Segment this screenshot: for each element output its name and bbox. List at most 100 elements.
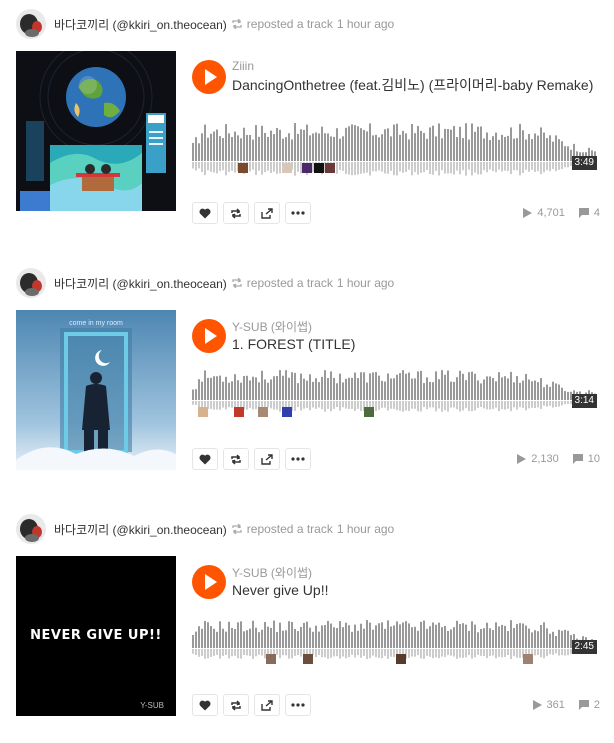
waveform-bar-reflection — [345, 649, 347, 659]
share-icon — [261, 699, 273, 711]
waveform-bar — [249, 628, 251, 648]
comment-avatar[interactable] — [396, 654, 406, 664]
waveform-bar — [444, 625, 446, 648]
user-avatar[interactable] — [16, 514, 46, 544]
waveform[interactable]: 3:14 — [192, 362, 597, 422]
waveform-bar-reflection — [447, 162, 449, 174]
waveform-bar — [255, 377, 257, 400]
comment-avatar[interactable] — [238, 163, 248, 173]
waveform-bar — [219, 136, 221, 161]
waveform-bar — [204, 620, 206, 648]
waveform[interactable]: 3:49 — [192, 117, 597, 177]
like-button[interactable] — [192, 202, 218, 224]
artist-link[interactable]: Y-SUB (와이썹) — [232, 318, 312, 335]
waveform-bar-reflection — [516, 401, 518, 410]
waveform-bar — [492, 630, 494, 648]
track-title[interactable]: 1. FOREST (TITLE) — [232, 335, 602, 354]
comment-avatar[interactable] — [198, 407, 208, 417]
waveform-bar-reflection — [528, 162, 530, 172]
more-button[interactable] — [285, 694, 311, 716]
waveform-bar — [555, 383, 557, 400]
waveform-bar — [309, 627, 311, 648]
waveform-bar-reflection — [495, 401, 497, 408]
play-button[interactable] — [192, 60, 226, 94]
waveform-bar-reflection — [318, 401, 320, 408]
waveform-bar — [279, 370, 281, 400]
comment-avatar[interactable] — [282, 407, 292, 417]
waveform-bar — [432, 622, 434, 648]
share-button[interactable] — [254, 694, 280, 716]
waveform-bar — [231, 627, 233, 648]
cover-art[interactable]: NEVER GIVE UP!! Y-SUB — [16, 556, 176, 716]
track-title[interactable]: Never give Up!! — [232, 581, 602, 600]
repost-header: 바다코끼리 (@kkiri_on.theocean) reposted a tr… — [16, 268, 394, 298]
waveform-bar-reflection — [435, 162, 437, 171]
repost-button[interactable] — [223, 694, 249, 716]
waveform-bar — [492, 136, 494, 161]
waveform-bar — [288, 377, 290, 400]
waveform-bar-reflection — [327, 649, 329, 659]
waveform-bar-reflection — [513, 649, 515, 657]
artist-link[interactable]: Y-SUB (와이썹) — [232, 564, 312, 581]
comment-avatar[interactable] — [258, 407, 268, 417]
waveform-bar — [528, 628, 530, 648]
waveform-bar — [468, 139, 470, 161]
waveform-bar-reflection — [420, 162, 422, 173]
comment-count[interactable]: 4 — [578, 207, 600, 219]
waveform-bar — [234, 374, 236, 400]
comment-avatar[interactable] — [523, 654, 533, 664]
comment-avatar[interactable] — [234, 407, 244, 417]
waveform-bar-reflection — [300, 649, 302, 657]
waveform-bar — [423, 383, 425, 400]
like-button[interactable] — [192, 694, 218, 716]
waveform-bar — [531, 139, 533, 161]
waveform-bar-reflection — [519, 162, 521, 176]
waveform-bar-reflection — [480, 401, 482, 407]
cover-art[interactable] — [16, 51, 176, 211]
comment-avatar[interactable] — [302, 163, 312, 173]
waveform-bar-reflection — [411, 401, 413, 409]
waveform-bar-reflection — [552, 649, 554, 655]
user-link[interactable]: 바다코끼리 (@kkiri_on.theocean) — [54, 521, 227, 538]
more-button[interactable] — [285, 202, 311, 224]
waveform-bar-reflection — [276, 162, 278, 174]
waveform-bar — [525, 374, 527, 400]
waveform-bar-reflection — [222, 649, 224, 656]
waveform-bar-reflection — [567, 649, 569, 656]
share-button[interactable] — [254, 448, 280, 470]
waveform-bar — [405, 621, 407, 648]
waveform-bar — [501, 624, 503, 648]
waveform-bar — [459, 370, 461, 400]
track-title[interactable]: DancingOnthetree (feat.김비노) (프라이머리-baby … — [232, 76, 602, 95]
more-button[interactable] — [285, 448, 311, 470]
comment-count[interactable]: 10 — [572, 453, 600, 465]
comment-avatar[interactable] — [282, 163, 292, 173]
waveform-bar — [270, 379, 272, 400]
waveform-bar — [384, 628, 386, 648]
user-link[interactable]: 바다코끼리 (@kkiri_on.theocean) — [54, 16, 227, 33]
repost-button[interactable] — [223, 202, 249, 224]
waveform-bar-reflection — [534, 649, 536, 656]
play-button[interactable] — [192, 565, 226, 599]
comment-avatar[interactable] — [325, 163, 335, 173]
waveform-bar-reflection — [324, 401, 326, 412]
cover-art[interactable]: come in my room — [16, 310, 176, 470]
waveform[interactable]: 2:45 — [192, 606, 597, 666]
comment-avatar[interactable] — [314, 163, 324, 173]
waveform-bar-reflection — [495, 649, 497, 659]
comment-count[interactable]: 2 — [578, 699, 600, 711]
waveform-bar-reflection — [474, 649, 476, 658]
comment-avatar[interactable] — [364, 407, 374, 417]
share-button[interactable] — [254, 202, 280, 224]
comment-avatar[interactable] — [266, 654, 276, 664]
artist-link[interactable]: Ziiin — [232, 59, 254, 73]
play-button[interactable] — [192, 319, 226, 353]
like-button[interactable] — [192, 448, 218, 470]
timestamp: 1 hour ago — [336, 276, 395, 290]
waveform-bar-reflection — [198, 162, 200, 169]
comment-avatar[interactable] — [303, 654, 313, 664]
user-avatar[interactable] — [16, 268, 46, 298]
repost-button[interactable] — [223, 448, 249, 470]
user-avatar[interactable] — [16, 9, 46, 39]
user-link[interactable]: 바다코끼리 (@kkiri_on.theocean) — [54, 275, 227, 292]
